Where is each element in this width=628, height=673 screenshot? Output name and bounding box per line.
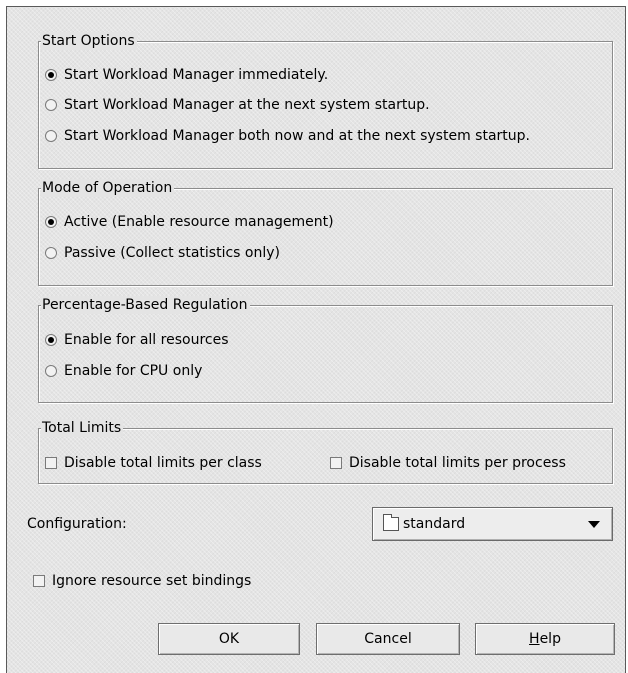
- radio-label: Start Workload Manager immediately.: [64, 67, 329, 83]
- chevron-down-icon[interactable]: [588, 521, 600, 528]
- radio-mode-active[interactable]: Active (Enable resource management): [45, 212, 334, 232]
- radio-start-next-startup[interactable]: Start Workload Manager at the next syste…: [45, 95, 430, 115]
- mode-legend: Mode of Operation: [41, 179, 175, 197]
- cancel-button[interactable]: Cancel: [316, 623, 460, 655]
- checkbox-limits-per-class[interactable]: Disable total limits per class: [45, 453, 262, 473]
- radio-label: Active (Enable resource management): [64, 214, 334, 230]
- configuration-value: standard: [403, 516, 466, 532]
- checkbox-label: Disable total limits per process: [349, 455, 566, 471]
- radio-start-both[interactable]: Start Workload Manager both now and at t…: [45, 126, 530, 146]
- percentage-regulation-group: Percentage-Based Regulation Enable for a…: [38, 296, 613, 403]
- radio-label: Enable for CPU only: [64, 363, 203, 379]
- radio-unselected-icon: [45, 365, 57, 377]
- radio-label: Enable for all resources: [64, 332, 229, 348]
- folder-icon: [383, 514, 399, 531]
- radio-selected-icon: [45, 69, 57, 81]
- configuration-select[interactable]: standard: [372, 507, 613, 541]
- help-button[interactable]: Help: [475, 623, 615, 655]
- total-limits-group: Total Limits Disable total limits per cl…: [38, 419, 613, 484]
- workload-manager-start-dialog: Start Options Start Workload Manager imm…: [6, 6, 626, 673]
- radio-mode-passive[interactable]: Passive (Collect statistics only): [45, 243, 280, 263]
- radio-regulation-cpu[interactable]: Enable for CPU only: [45, 361, 202, 381]
- radio-selected-icon: [45, 216, 57, 228]
- radio-unselected-icon: [45, 247, 57, 259]
- radio-label: Start Workload Manager at the next syste…: [64, 97, 430, 113]
- checkbox-icon: [330, 457, 342, 469]
- regulation-legend: Percentage-Based Regulation: [41, 296, 250, 314]
- radio-unselected-icon: [45, 130, 57, 142]
- checkbox-icon: [45, 457, 57, 469]
- radio-regulation-all[interactable]: Enable for all resources: [45, 330, 229, 350]
- start-options-legend: Start Options: [41, 32, 137, 50]
- start-options-group: Start Options Start Workload Manager imm…: [38, 32, 613, 169]
- help-mnemonic: H: [529, 631, 540, 647]
- checkbox-icon: [33, 575, 45, 587]
- ok-button[interactable]: OK: [158, 623, 300, 655]
- checkbox-ignore-bindings[interactable]: Ignore resource set bindings: [33, 571, 251, 591]
- checkbox-label: Disable total limits per class: [64, 455, 262, 471]
- radio-selected-icon: [45, 334, 57, 346]
- radio-unselected-icon: [45, 99, 57, 111]
- radio-label: Start Workload Manager both now and at t…: [64, 128, 530, 144]
- radio-start-immediately[interactable]: Start Workload Manager immediately.: [45, 65, 328, 85]
- total-limits-legend: Total Limits: [41, 419, 124, 437]
- help-label: elp: [539, 631, 561, 647]
- radio-label: Passive (Collect statistics only): [64, 245, 280, 261]
- configuration-label: Configuration:: [27, 516, 127, 532]
- checkbox-label: Ignore resource set bindings: [52, 573, 252, 589]
- checkbox-limits-per-process[interactable]: Disable total limits per process: [330, 453, 566, 473]
- mode-of-operation-group: Mode of Operation Active (Enable resourc…: [38, 179, 613, 286]
